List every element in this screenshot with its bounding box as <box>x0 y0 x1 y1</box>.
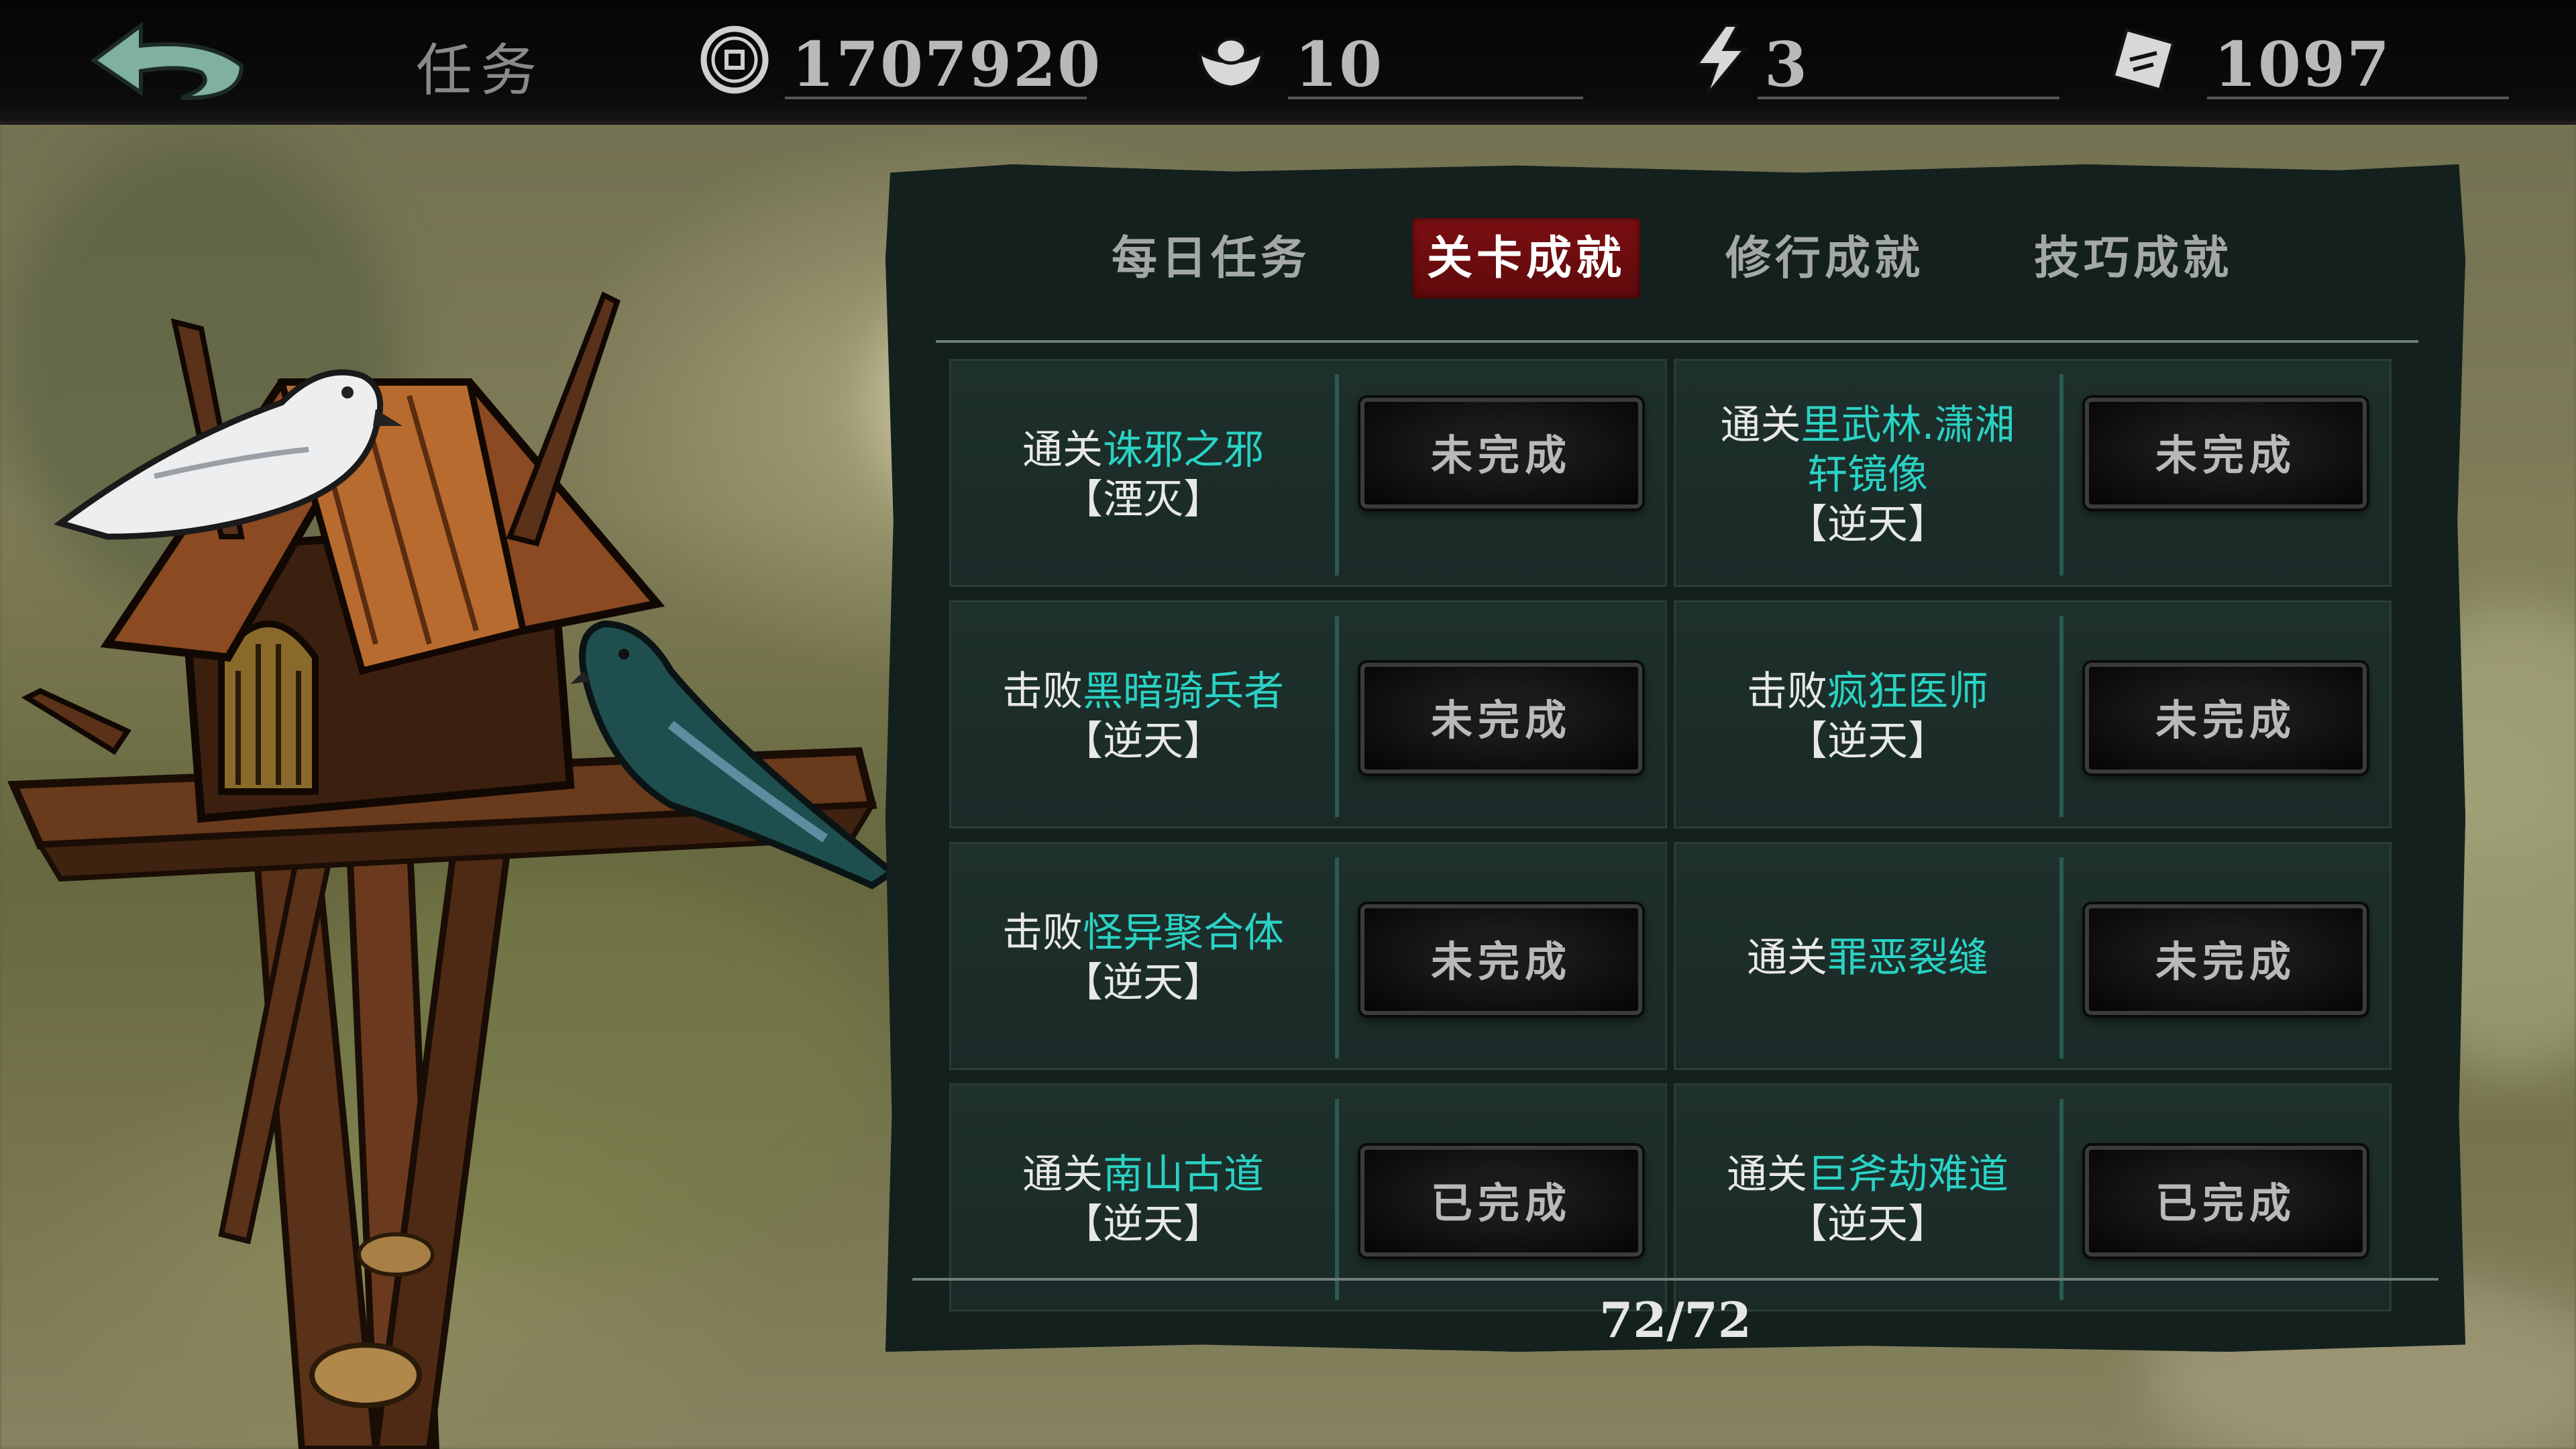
status-button[interactable]: 未完成 <box>1360 663 1642 773</box>
tab-stage-achievements[interactable]: 关卡成就 <box>1412 218 1640 299</box>
tab-skill-achievements[interactable]: 技巧成就 <box>2012 218 2254 299</box>
achievement-target: 里武林.潇湘轩镜像 <box>1801 402 2015 498</box>
achievement-action: 通关 <box>1720 402 1801 449</box>
achievement-difficulty: 【湮灭】 <box>1063 476 1224 523</box>
achievement-action: 通关 <box>1022 427 1103 474</box>
card-separator <box>1335 857 1339 1059</box>
status-button[interactable]: 未完成 <box>1360 398 1642 508</box>
achievement-card: 通关诛邪之邪 【湮灭】 未完成 <box>949 359 1667 587</box>
card-separator <box>2059 857 2063 1059</box>
achievement-card: 通关巨斧劫难道 【逆天】 已完成 <box>1674 1083 2392 1311</box>
lightning-icon <box>1695 24 1748 97</box>
card-separator <box>2059 1099 2063 1300</box>
achievement-difficulty: 【逆天】 <box>1063 1201 1224 1248</box>
achievement-label: 击败疯狂医师 【逆天】 <box>1676 602 2059 830</box>
achievement-action: 通关 <box>1747 934 1827 981</box>
achievement-card: 击败怪异聚合体 【逆天】 未完成 <box>949 842 1667 1070</box>
coin-counter: 1707920 <box>698 13 1100 107</box>
achievement-action: 击败 <box>1747 668 1827 715</box>
status-button[interactable]: 未完成 <box>2085 663 2367 773</box>
achievement-card: 击败黑暗骑兵者 【逆天】 未完成 <box>949 600 1667 828</box>
achievement-action: 击败 <box>1002 668 1083 715</box>
card-separator <box>2059 374 2063 576</box>
tab-daily-tasks[interactable]: 每日任务 <box>1090 218 1332 299</box>
achievement-card: 通关罪恶裂缝 未完成 <box>1674 842 2392 1070</box>
top-bar: 任务 1707920 10 3 1097 <box>0 0 2576 125</box>
achievement-card: 通关里武林.潇湘轩镜像 【逆天】 未完成 <box>1674 359 2392 587</box>
achievement-label: 通关里武林.潇湘轩镜像 【逆天】 <box>1676 361 2059 589</box>
energy-counter: 3 <box>1684 13 2059 107</box>
achievement-action: 通关 <box>1022 1151 1103 1198</box>
coin-icon <box>700 25 769 94</box>
achievement-target: 巨斧劫难道 <box>1807 1151 2008 1198</box>
achievement-panel: 每日任务 关卡成就 修行成就 技巧成就 通关诛邪之邪 【湮灭】 未完成 通关里武… <box>885 164 2465 1352</box>
tab-bar: 每日任务 关卡成就 修行成就 技巧成就 <box>885 218 2465 299</box>
achievement-target: 疯狂医师 <box>1827 668 1988 715</box>
ingot-counter: 10 <box>1194 13 1597 107</box>
achievement-difficulty: 【逆天】 <box>1063 718 1224 765</box>
ticket-icon <box>2110 27 2176 93</box>
achievement-difficulty: 【逆天】 <box>1787 718 1948 765</box>
achievement-action: 通关 <box>1727 1151 1807 1198</box>
achievement-target: 怪异聚合体 <box>1083 910 1284 957</box>
tab-training-achievements[interactable]: 修行成就 <box>1704 218 1945 299</box>
coin-underline <box>785 97 1087 99</box>
back-button[interactable] <box>80 19 248 106</box>
achievement-target: 黑暗骑兵者 <box>1083 668 1284 715</box>
card-separator <box>1335 374 1339 576</box>
achievement-action: 击败 <box>1002 910 1083 957</box>
footer-divider <box>912 1278 2438 1281</box>
achievement-label: 通关罪恶裂缝 <box>1676 844 2059 1072</box>
achievement-label: 击败黑暗骑兵者 【逆天】 <box>951 602 1335 830</box>
ticket-value: 1097 <box>2214 28 2392 101</box>
energy-underline <box>1758 97 2059 99</box>
status-button[interactable]: 未完成 <box>2085 904 2367 1015</box>
achievement-target: 诛邪之邪 <box>1103 427 1264 474</box>
achievement-difficulty: 【逆天】 <box>1787 1201 1948 1248</box>
status-button[interactable]: 已完成 <box>1360 1146 1642 1256</box>
achievement-target: 罪恶裂缝 <box>1827 934 1988 981</box>
ingot-value: 10 <box>1295 28 1384 101</box>
achievement-label: 击败怪异聚合体 【逆天】 <box>951 844 1335 1072</box>
coin-value: 1707920 <box>792 28 1102 101</box>
ingot-underline <box>1288 97 1583 99</box>
achievement-card: 通关南山古道 【逆天】 已完成 <box>949 1083 1667 1311</box>
card-separator <box>2059 616 2063 817</box>
page-title: 任务 <box>416 38 545 103</box>
achievement-card: 击败疯狂医师 【逆天】 未完成 <box>1674 600 2392 828</box>
achievement-label: 通关诛邪之邪 【湮灭】 <box>951 361 1335 589</box>
achievement-difficulty: 【逆天】 <box>1787 501 1948 548</box>
ingot-icon <box>1197 37 1265 89</box>
status-button[interactable]: 未完成 <box>2085 398 2367 508</box>
ticket-counter: 1097 <box>2106 13 2509 107</box>
achievement-target: 南山古道 <box>1103 1151 1264 1198</box>
page-counter: 72/72 <box>1599 1291 1752 1348</box>
energy-value: 3 <box>1764 28 1809 101</box>
status-button[interactable]: 未完成 <box>1360 904 1642 1015</box>
status-button[interactable]: 已完成 <box>2085 1146 2367 1256</box>
ticket-underline <box>2207 97 2509 99</box>
back-arrow-icon <box>90 21 244 101</box>
achievement-difficulty: 【逆天】 <box>1063 959 1224 1006</box>
card-separator <box>1335 616 1339 817</box>
tab-divider <box>936 340 2418 343</box>
card-separator <box>1335 1099 1339 1300</box>
birdhouse-illustration <box>7 291 898 1449</box>
